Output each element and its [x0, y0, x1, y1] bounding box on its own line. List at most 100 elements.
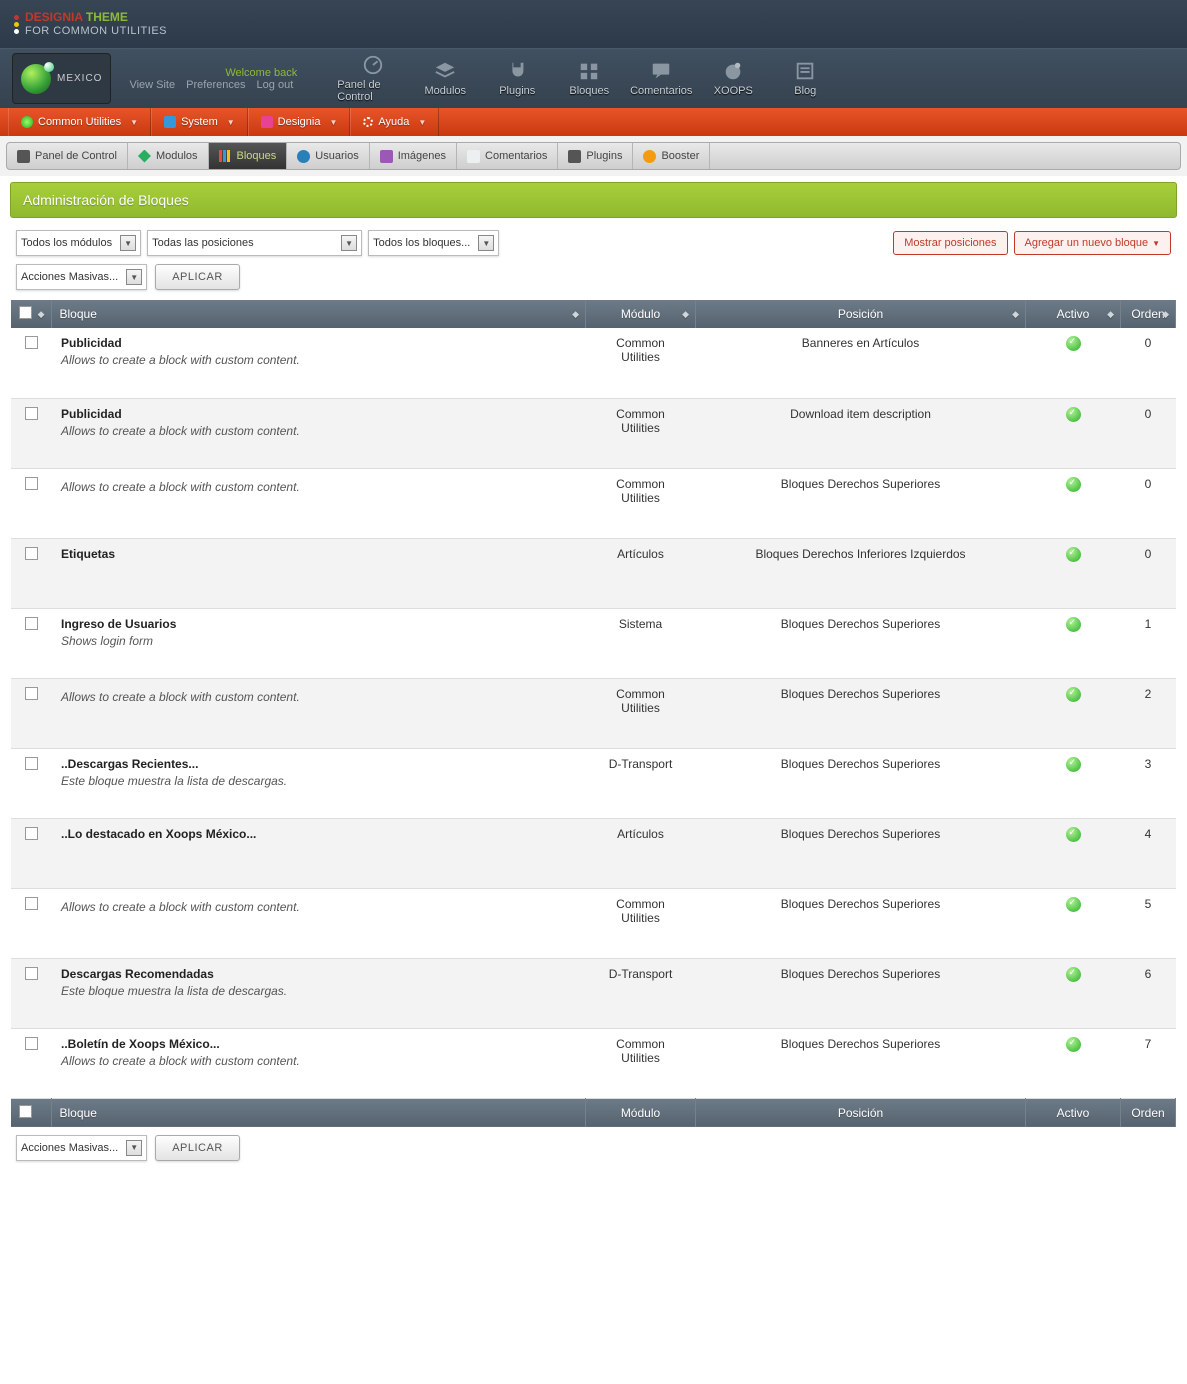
block-module: Common Utilities: [586, 1028, 696, 1098]
chevron-down-icon: ▼: [478, 235, 494, 251]
nav-bloques[interactable]: Bloques: [553, 49, 625, 108]
tab-common-utilities[interactable]: Common Utilities▼: [8, 108, 151, 136]
col-modulo[interactable]: Módulo◆: [586, 300, 696, 328]
bulk-actions-select[interactable]: Acciones Masivas...▼: [16, 264, 147, 290]
col-orden[interactable]: Orden◆: [1121, 300, 1176, 328]
link-view-site[interactable]: View Site: [129, 79, 175, 91]
block-order: 1: [1121, 608, 1176, 678]
plug-icon: [568, 150, 581, 163]
lifebuoy-icon: [363, 117, 373, 127]
check-icon: [1066, 687, 1081, 702]
comment-icon: [467, 150, 480, 163]
subtab-panel-control[interactable]: Panel de Control: [7, 143, 128, 169]
block-order: 7: [1121, 1028, 1176, 1098]
check-icon: [1066, 967, 1081, 982]
block-title: Publicidad: [61, 407, 576, 421]
subtab-modulos[interactable]: Modulos: [128, 143, 209, 169]
block-title: Descargas Recomendadas: [61, 967, 576, 981]
tab-system[interactable]: System▼: [151, 108, 248, 136]
block-position: Bloques Derechos Superiores: [696, 888, 1026, 958]
block-order: 2: [1121, 678, 1176, 748]
nav-blog[interactable]: Blog: [769, 49, 841, 108]
subtab-imagenes[interactable]: Imágenes: [370, 143, 457, 169]
block-order: 5: [1121, 888, 1176, 958]
welcome-msg: Welcome back: [125, 67, 297, 79]
main-nav: MEXICO Welcome back View Site Preference…: [0, 48, 1187, 108]
row-checkbox[interactable]: [25, 1037, 38, 1050]
show-positions-button[interactable]: Mostrar posiciones: [893, 231, 1007, 255]
block-title: ..Descargas Recientes...: [61, 757, 576, 771]
nav-plugins[interactable]: Plugins: [481, 49, 553, 108]
row-checkbox[interactable]: [25, 967, 38, 980]
row-checkbox[interactable]: [25, 407, 38, 420]
row-checkbox[interactable]: [25, 757, 38, 770]
col-activo[interactable]: Activo◆: [1026, 300, 1121, 328]
col-posicion[interactable]: Posición◆: [696, 300, 1026, 328]
foot-orden: Orden: [1121, 1098, 1176, 1127]
subtab-comentarios[interactable]: Comentarios: [457, 143, 558, 169]
filter-blocks[interactable]: Todos los bloques...▼: [368, 230, 499, 256]
bulk-actions-select-bottom[interactable]: Acciones Masivas...▼: [16, 1135, 147, 1161]
subtab-bloques[interactable]: Bloques: [209, 143, 288, 169]
apply-button[interactable]: APLICAR: [155, 264, 240, 290]
nav-comentarios[interactable]: Comentarios: [625, 49, 697, 108]
block-title: ..Boletín de Xoops México...: [61, 1037, 576, 1051]
block-order: 4: [1121, 818, 1176, 888]
row-checkbox[interactable]: [25, 687, 38, 700]
table-row: Ingreso de UsuariosShows login formSiste…: [11, 608, 1176, 678]
link-preferences[interactable]: Preferences: [186, 79, 245, 91]
block-title: Publicidad: [61, 336, 576, 350]
block-desc: Allows to create a block with custom con…: [61, 690, 576, 704]
chevron-down-icon: ▼: [341, 235, 357, 251]
square-icon: [261, 116, 273, 128]
chevron-down-icon: ▼: [120, 235, 136, 251]
chevron-down-icon: ▼: [126, 269, 142, 285]
tab-designia[interactable]: Designia▼: [248, 108, 351, 136]
admin-sub-tabs: Panel de Control Modulos Bloques Usuario…: [6, 142, 1181, 170]
select-all-checkbox[interactable]: [19, 306, 32, 319]
block-module: Artículos: [586, 538, 696, 608]
site-logo[interactable]: MEXICO: [12, 53, 111, 104]
block-desc: Allows to create a block with custom con…: [61, 900, 576, 914]
grid-icon: [164, 116, 176, 128]
check-icon: [1066, 757, 1081, 772]
row-checkbox[interactable]: [25, 477, 38, 490]
block-module: Artículos: [586, 818, 696, 888]
block-module: Common Utilities: [586, 398, 696, 468]
row-checkbox[interactable]: [25, 827, 38, 840]
nav-panel-control[interactable]: Panel de Control: [337, 49, 409, 108]
apply-button-bottom[interactable]: APLICAR: [155, 1135, 240, 1161]
orange-module-tabs: Common Utilities▼ System▼ Designia▼ Ayud…: [0, 108, 1187, 136]
row-checkbox[interactable]: [25, 547, 38, 560]
check-icon: [1066, 477, 1081, 492]
col-bloque[interactable]: Bloque◆: [51, 300, 586, 328]
block-order: 6: [1121, 958, 1176, 1028]
tab-ayuda[interactable]: Ayuda▼: [350, 108, 439, 136]
filter-modules[interactable]: Todos los módulos▼: [16, 230, 141, 256]
foot-activo: Activo: [1026, 1098, 1121, 1127]
top-brand-bar: DESIGNIA THEME FOR COMMON UTILITIES: [0, 0, 1187, 48]
nav-icons: Panel de Control Modulos Plugins Bloques…: [337, 49, 841, 108]
user-icon: [297, 150, 310, 163]
filter-positions[interactable]: Todas las posiciones▼: [147, 230, 362, 256]
block-module: Common Utilities: [586, 468, 696, 538]
row-checkbox[interactable]: [25, 617, 38, 630]
subtab-booster[interactable]: Booster: [633, 143, 710, 169]
block-module: Common Utilities: [586, 888, 696, 958]
block-title: Ingreso de Usuarios: [61, 617, 576, 631]
link-logout[interactable]: Log out: [257, 79, 294, 91]
add-block-button[interactable]: Agregar un nuevo bloque▼: [1014, 231, 1171, 255]
nav-xoops[interactable]: XOOPS: [697, 49, 769, 108]
block-position: Download item description: [696, 398, 1026, 468]
row-checkbox[interactable]: [25, 336, 38, 349]
select-all-checkbox-foot[interactable]: [19, 1105, 32, 1118]
row-checkbox[interactable]: [25, 897, 38, 910]
nav-modulos[interactable]: Modulos: [409, 49, 481, 108]
image-icon: [380, 150, 393, 163]
booster-icon: [643, 150, 656, 163]
subtab-plugins[interactable]: Plugins: [558, 143, 633, 169]
block-title: Etiquetas: [61, 547, 576, 561]
filter-row: Todos los módulos▼ Todas las posiciones▼…: [0, 224, 1187, 260]
table-row: Allows to create a block with custom con…: [11, 468, 1176, 538]
subtab-usuarios[interactable]: Usuarios: [287, 143, 369, 169]
